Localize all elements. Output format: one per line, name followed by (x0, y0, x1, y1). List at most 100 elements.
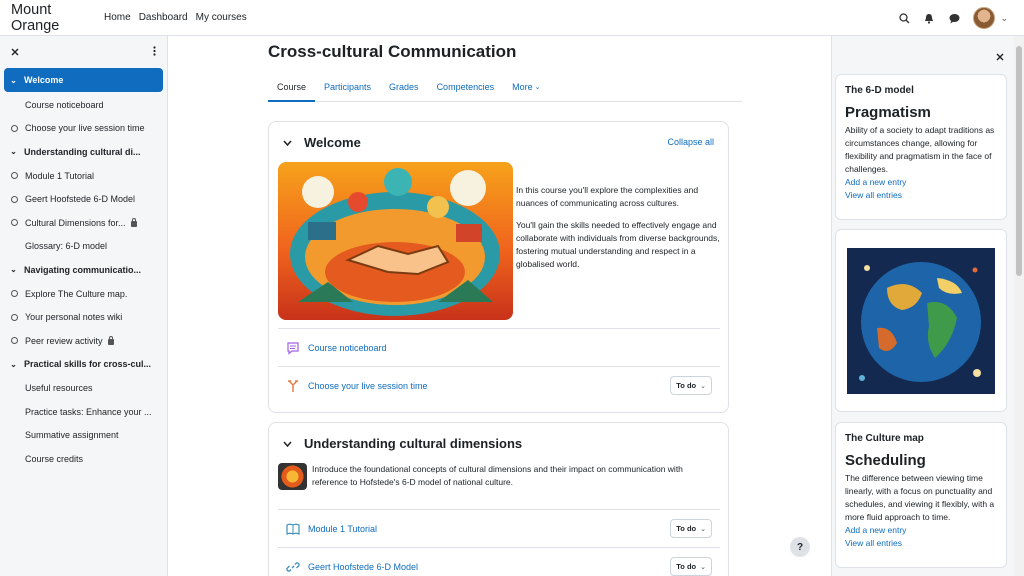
activity-row[interactable]: Course noticeboard (278, 328, 720, 366)
collapse-all-link[interactable]: Collapse all (667, 137, 714, 147)
page-title: Cross-cultural Communication (268, 42, 517, 61)
section-title[interactable]: Understanding cultural dimensions (304, 436, 522, 451)
todo-label: To do (676, 524, 697, 533)
todo-label: To do (676, 381, 697, 390)
course-index-label: Practice tasks: Enhance your ... (25, 406, 152, 417)
nav-my-courses[interactable]: My courses (192, 12, 251, 23)
user-controls: ⌄ (898, 0, 1008, 36)
completion-circle-icon (11, 290, 18, 298)
activity-link[interactable]: Module 1 Tutorial (308, 524, 377, 534)
course-index-item[interactable]: Course noticeboard (4, 93, 163, 117)
glossary-definition: The difference between viewing time line… (845, 473, 995, 522)
activity-row[interactable]: Module 1 Tutorial To do ⌄ (278, 509, 720, 547)
todo-dropdown[interactable]: To do ⌄ (670, 376, 712, 395)
nav-dashboard[interactable]: Dashboard (135, 12, 192, 23)
todo-dropdown[interactable]: To do ⌄ (670, 519, 712, 538)
course-index-item[interactable]: Course credits (4, 447, 163, 471)
course-index-item[interactable]: Practice tasks: Enhance your ... (4, 400, 163, 424)
page-scrollbar[interactable] (1014, 36, 1024, 576)
course-index-label: Peer review activity (25, 335, 103, 346)
course-index-section[interactable]: ⌄ Understanding cultural di... (4, 140, 163, 164)
lock-icon (130, 217, 137, 227)
course-index-item[interactable]: Summative assignment (4, 423, 163, 447)
more-options-icon[interactable] (153, 43, 156, 61)
completion-circle-icon (11, 124, 18, 132)
block-drawer: The 6-D model Pragmatism Ability of a so… (831, 36, 1014, 576)
section-welcome: Welcome Collapse all In this course you'… (268, 121, 729, 413)
block-title: The Culture map (845, 433, 924, 444)
site-brand[interactable]: Mount Orange (11, 2, 100, 34)
user-avatar[interactable] (973, 7, 996, 29)
course-index-section[interactable]: ⌄ Navigating communicatio... (4, 258, 163, 282)
chevron-down-icon: ⌄ (700, 382, 706, 390)
glossary-term: Scheduling (845, 452, 926, 469)
view-entries-link[interactable]: View all entries (845, 189, 1006, 202)
course-index-item[interactable]: Geert Hoofstede 6-D Model (4, 187, 163, 211)
choice-icon (286, 379, 300, 393)
glossary-term: Pragmatism (845, 104, 931, 121)
course-index-label: Course credits (25, 453, 84, 464)
close-icon[interactable] (996, 48, 1004, 66)
help-button[interactable]: ? (790, 537, 810, 557)
bell-icon[interactable] (923, 12, 935, 24)
chevron-down-icon: ⌄ (10, 359, 17, 369)
globe-image (847, 248, 995, 394)
summary-paragraph: You'll gain the skills needed to effecti… (516, 220, 720, 269)
block-title: The 6-D model (845, 85, 914, 96)
messages-icon[interactable] (948, 12, 960, 24)
course-index-item[interactable]: Cultural Dimensions for... (4, 211, 163, 235)
activity-link[interactable]: Course noticeboard (308, 343, 387, 353)
view-entries-link[interactable]: View all entries (845, 537, 1006, 550)
chevron-down-icon: ⌄ (700, 525, 706, 533)
tab-course[interactable]: Course (268, 73, 316, 102)
course-index-section[interactable]: ⌄ Practical skills for cross-cul... (4, 353, 163, 377)
tab-competencies[interactable]: Competencies (428, 73, 504, 101)
course-index-item[interactable]: Useful resources (4, 376, 163, 400)
course-index-label: Useful resources (25, 382, 93, 393)
section-header: Understanding cultural dimensions (269, 423, 728, 463)
todo-dropdown[interactable]: To do ⌄ (670, 557, 712, 576)
course-index-label: Explore The Culture map. (25, 288, 128, 299)
url-link-icon (286, 560, 300, 574)
chevron-down-icon: ⌄ (534, 84, 541, 91)
todo-label: To do (676, 562, 697, 571)
course-index-label: Geert Hoofstede 6-D Model (25, 194, 136, 205)
tab-participants[interactable]: Participants (315, 73, 380, 101)
forum-icon (286, 341, 300, 355)
chevron-down-icon[interactable] (283, 434, 292, 452)
chevron-down-icon[interactable]: ⌄ (1000, 13, 1008, 24)
tab-more[interactable]: More ⌄ (503, 73, 549, 101)
course-index-label: Choose your live session time (25, 123, 145, 134)
section-title[interactable]: Welcome (304, 135, 361, 150)
add-entry-link[interactable]: Add a new entry (845, 176, 1006, 189)
scrollbar-thumb[interactable] (1016, 46, 1022, 276)
primary-navigation: Home Dashboard My courses (100, 12, 251, 23)
chevron-down-icon[interactable] (283, 133, 292, 151)
course-index-item[interactable]: Glossary: 6-D model (4, 235, 163, 259)
nav-home[interactable]: Home (100, 12, 135, 23)
course-index-label: Navigating communicatio... (24, 264, 142, 275)
activity-row[interactable]: Geert Hoofstede 6-D Model To do ⌄ (278, 547, 720, 576)
glossary-definition: Ability of a society to adapt traditions… (845, 125, 995, 174)
close-icon[interactable] (11, 43, 19, 61)
tab-more-label: More (512, 82, 533, 92)
completion-circle-icon (11, 219, 18, 227)
activity-link[interactable]: Geert Hoofstede 6-D Model (308, 562, 418, 572)
activity-link[interactable]: Choose your live session time (308, 381, 428, 391)
course-index-item[interactable]: Peer review activity (4, 329, 163, 353)
search-icon[interactable] (898, 12, 910, 24)
course-index-item[interactable]: Your personal notes wiki (4, 305, 163, 329)
course-index-item[interactable]: Explore The Culture map. (4, 282, 163, 306)
add-entry-link[interactable]: Add a new entry (845, 524, 1006, 537)
course-index-item[interactable]: Module 1 Tutorial (4, 164, 163, 188)
course-index-label: Glossary: 6-D model (25, 241, 108, 252)
course-index-section[interactable]: ⌄ Welcome (4, 68, 163, 92)
section-summary: Introduce the foundational concepts of c… (312, 464, 683, 487)
course-index-item[interactable]: Choose your live session time (4, 117, 163, 141)
chevron-down-icon: ⌄ (10, 75, 17, 85)
completion-circle-icon (11, 337, 18, 345)
course-banner-image (278, 162, 513, 320)
tab-grades[interactable]: Grades (380, 73, 428, 101)
course-index-label: Welcome (24, 75, 64, 85)
activity-row[interactable]: Choose your live session time To do ⌄ (278, 366, 720, 404)
